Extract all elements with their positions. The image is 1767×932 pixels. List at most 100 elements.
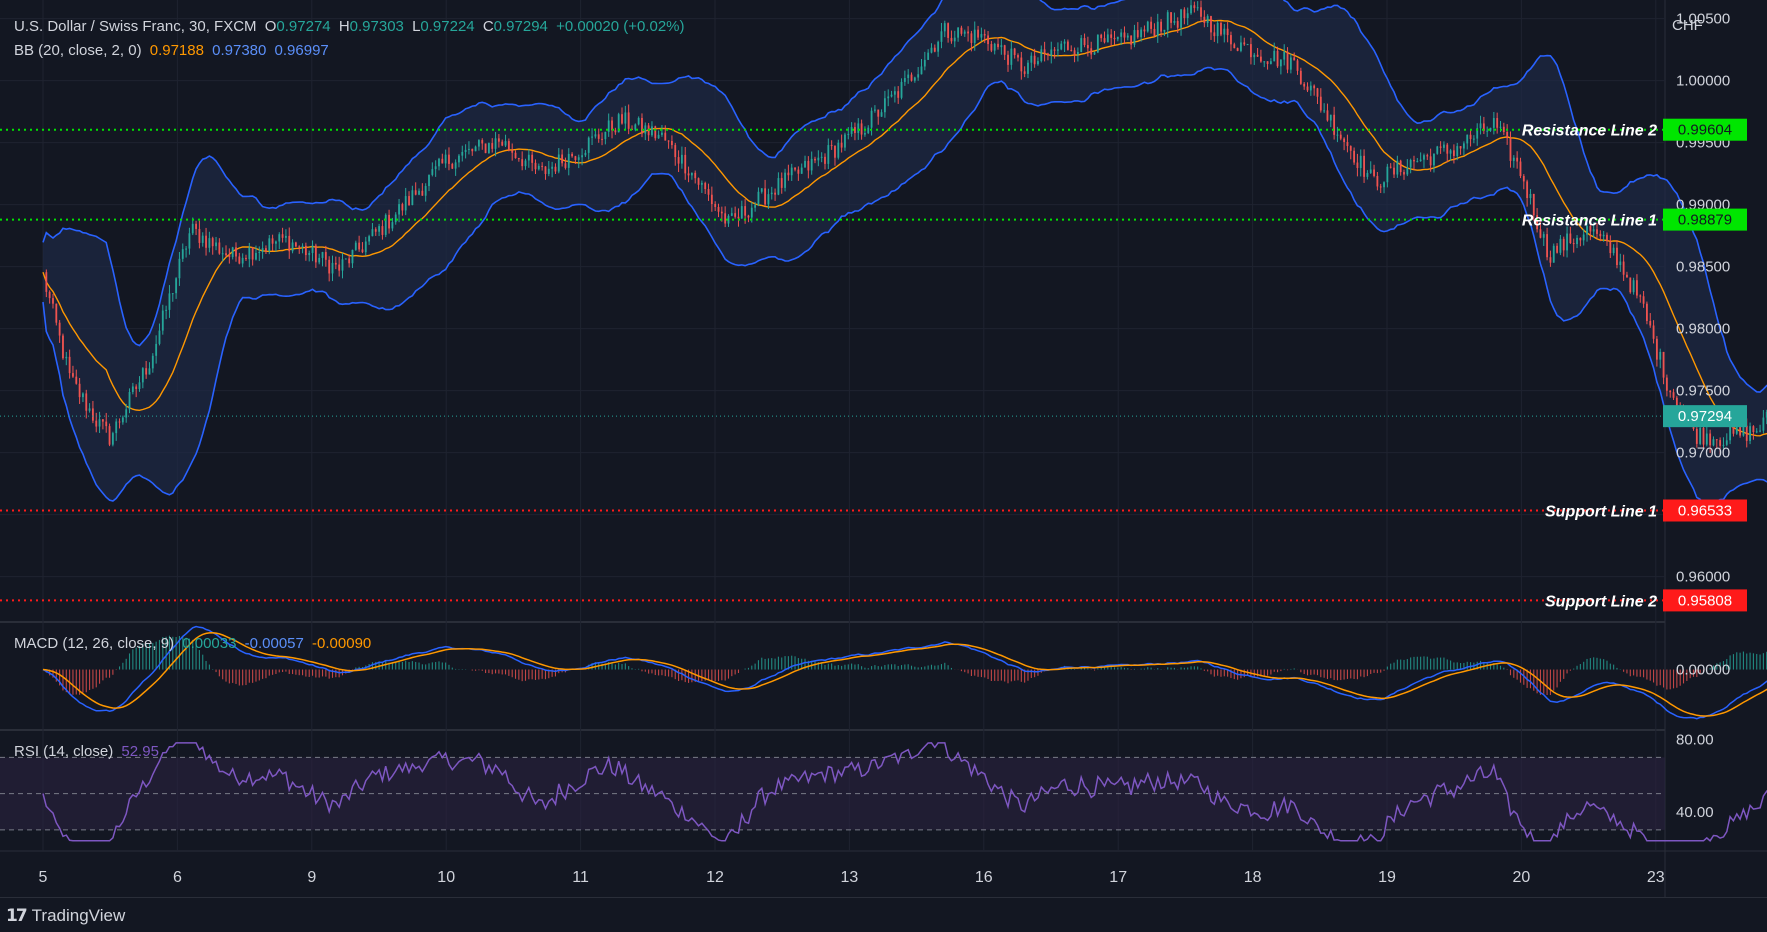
candle-body — [355, 243, 357, 250]
candle-body — [1360, 156, 1362, 168]
candle-body — [65, 357, 67, 358]
candle-body — [212, 238, 214, 246]
candle-body — [1134, 30, 1136, 45]
candle-body — [275, 241, 277, 243]
rsi-label: RSI (14, close) — [14, 743, 113, 760]
candle-body — [977, 30, 979, 38]
candle-body — [651, 126, 653, 135]
level-label: Support Line 1 — [1545, 504, 1657, 521]
candle-body — [1553, 246, 1555, 263]
time-tick-label: 19 — [1378, 869, 1396, 886]
candle-body — [1263, 61, 1265, 62]
candle-body — [1669, 391, 1671, 392]
candle-body — [917, 74, 919, 77]
candle-body — [99, 419, 101, 426]
candle-body — [1084, 38, 1086, 45]
candle-body — [312, 246, 314, 253]
candle-body — [75, 377, 77, 384]
candle-body — [55, 304, 57, 323]
candle-body — [1403, 172, 1405, 174]
candle-body — [844, 135, 846, 148]
candle-body — [1756, 431, 1758, 432]
level-label: Support Line 2 — [1545, 593, 1657, 610]
candle-body — [1569, 234, 1571, 243]
candle-body — [1097, 35, 1099, 53]
symbol-title: U.S. Dollar / Swiss Franc, 30, FXCM — [14, 18, 257, 35]
candle-body — [1107, 34, 1109, 42]
candle-body — [1736, 427, 1738, 434]
candle-body — [761, 188, 763, 191]
candle-body — [1636, 280, 1638, 295]
candle-body — [954, 38, 956, 42]
candle-body — [165, 310, 167, 311]
candle-body — [102, 419, 104, 421]
candle-body — [1253, 55, 1255, 57]
candle-body — [315, 246, 317, 263]
candle-body — [285, 236, 287, 238]
candle-body — [475, 147, 477, 152]
candle-body — [1317, 88, 1319, 96]
candle-body — [545, 167, 547, 174]
candle-body — [418, 191, 420, 195]
candle-body — [1460, 146, 1462, 148]
macd-label: MACD (12, 26, close, 9) — [14, 635, 174, 652]
candle-body — [738, 217, 740, 219]
candle-body — [49, 292, 51, 298]
price-tick-label: 1.00000 — [1676, 73, 1730, 90]
macd-line-value: -0.00057 — [245, 635, 304, 652]
currency-label: CHF — [1672, 17, 1703, 34]
candle-body — [708, 189, 710, 195]
candle-body — [1007, 55, 1009, 65]
candle-body — [498, 138, 500, 141]
candle-body — [1752, 426, 1754, 432]
candle-body — [764, 188, 766, 204]
candle-body — [338, 265, 340, 271]
candle-body — [961, 28, 963, 34]
candle-body — [1413, 160, 1415, 161]
candle-body — [1137, 30, 1139, 37]
candle-body — [1277, 51, 1279, 66]
candle-body — [1663, 352, 1665, 378]
candle-body — [1257, 55, 1259, 57]
candle-body — [298, 246, 300, 247]
candle-body — [1623, 262, 1625, 275]
tradingview-logo[interactable]: 17TradingView — [6, 906, 125, 926]
candle-body — [957, 28, 959, 38]
candle-body — [1327, 110, 1329, 120]
candle-body — [964, 32, 966, 34]
candle-body — [1733, 427, 1735, 434]
candle-body — [421, 191, 423, 196]
rsi-pane[interactable] — [0, 743, 1767, 841]
high-value: 0.97303 — [350, 18, 404, 35]
candle-body — [1300, 71, 1302, 84]
chart-canvas[interactable]: Resistance Line 2Resistance Line 1Suppor… — [0, 0, 1767, 897]
candle-body — [921, 66, 923, 74]
candle-body — [814, 159, 816, 161]
time-tick-label: 5 — [39, 869, 48, 886]
candle-body — [518, 158, 520, 159]
bb-legend[interactable]: BB (20, close, 2, 0) 0.97188 0.97380 0.9… — [14, 42, 333, 59]
change-value: +0.00020 (+0.02%) — [556, 18, 684, 35]
candle-body — [388, 215, 390, 229]
candle-body — [1496, 118, 1498, 128]
symbol-legend[interactable]: U.S. Dollar / Swiss Franc, 30, FXCM O0.9… — [14, 18, 689, 35]
candle-body — [362, 249, 364, 252]
candle-body — [1054, 49, 1056, 50]
candle-body — [302, 246, 304, 247]
candle-body — [901, 82, 903, 98]
price-tag-value: 0.96533 — [1678, 503, 1732, 520]
candle-body — [92, 408, 94, 420]
candle-body — [182, 249, 184, 259]
candle-body — [548, 169, 550, 174]
candle-body — [1010, 49, 1012, 65]
candle-body — [941, 31, 943, 42]
candle-body — [1629, 278, 1631, 293]
candle-body — [704, 183, 706, 189]
level-label: Resistance Line 2 — [1522, 123, 1657, 140]
macd-legend[interactable]: MACD (12, 26, close, 9) 0.00033 -0.00057… — [14, 635, 375, 652]
rsi-legend[interactable]: RSI (14, close) 52.95 — [14, 743, 163, 760]
candle-body — [1140, 30, 1142, 38]
candle-body — [1696, 429, 1698, 444]
candle-body — [262, 248, 264, 252]
candle-body — [1473, 139, 1475, 140]
